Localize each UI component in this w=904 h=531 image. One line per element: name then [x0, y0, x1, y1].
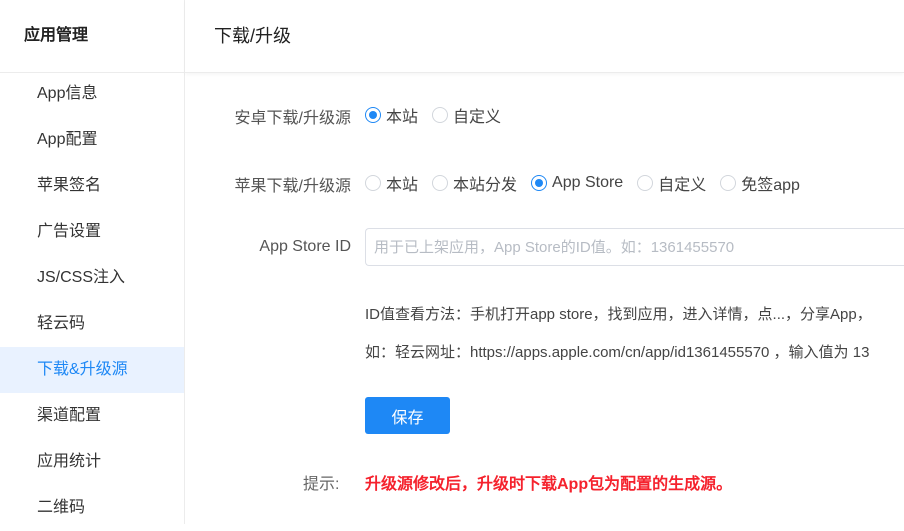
save-button[interactable]: 保存	[365, 397, 450, 434]
radio-checked-icon	[531, 175, 548, 191]
help-text-line-2: 如：轻云网址：https://apps.apple.com/cn/app/id1…	[365, 344, 870, 361]
sidebar-item-download-upgrade[interactable]: 下载&升级源	[0, 347, 184, 393]
app-store-id-input[interactable]	[365, 228, 904, 266]
app-store-id-label: App Store ID	[259, 238, 351, 255]
android-radio-local-label: 本站	[386, 109, 419, 126]
page-title: 下载/升级	[185, 0, 904, 73]
apple-source-radio-group: 本站 本站分发 App Store 自定义 免签app	[365, 171, 814, 195]
android-source-radio-group: 本站 自定义	[365, 103, 515, 127]
tip-text: 升级源修改后，升级时下载App包为配置的生成源。	[365, 476, 733, 493]
radio-checked-icon	[365, 107, 381, 123]
android-source-label: 安卓下载/升级源	[234, 110, 351, 127]
sidebar-item-qrcode[interactable]: 二维码	[0, 485, 184, 531]
sidebar-item-channel-config[interactable]: 渠道配置	[0, 393, 184, 439]
sidebar-item-qingyun-code[interactable]: 轻云码	[0, 301, 184, 347]
apple-radio-custom[interactable]: 自定义	[637, 171, 706, 195]
radio-unchecked-icon	[720, 175, 737, 191]
android-radio-custom[interactable]: 自定义	[432, 103, 501, 127]
radio-unchecked-icon	[432, 175, 449, 191]
apple-radio-app-store[interactable]: App Store	[531, 174, 623, 192]
apple-radio-local-label: 本站	[386, 177, 419, 194]
main-content: 下载/升级 安卓下载/升级源 本站 自定义 苹果下载/升级源 本站 本站分发 A…	[185, 0, 904, 524]
apple-radio-sign-free-app-label: 免签app	[741, 177, 800, 194]
radio-unchecked-icon	[637, 175, 654, 191]
sidebar-item-js-css-inject[interactable]: JS/CSS注入	[0, 255, 184, 301]
android-radio-custom-label: 自定义	[453, 109, 502, 126]
sidebar: 应用管理 App信息 App配置 苹果签名 广告设置 JS/CSS注入 轻云码 …	[0, 0, 185, 524]
radio-unchecked-icon	[432, 107, 449, 123]
sidebar-item-apple-sign[interactable]: 苹果签名	[0, 163, 184, 209]
apple-radio-custom-label: 自定义	[658, 177, 707, 194]
sidebar-item-app-stats[interactable]: 应用统计	[0, 439, 184, 485]
sidebar-item-ad-settings[interactable]: 广告设置	[0, 209, 184, 255]
apple-radio-local-distribution-label: 本站分发	[453, 177, 518, 194]
apple-radio-app-store-label: App Store	[552, 174, 624, 191]
radio-unchecked-icon	[365, 175, 381, 191]
android-radio-local[interactable]: 本站	[365, 103, 418, 127]
apple-radio-local[interactable]: 本站	[365, 171, 418, 195]
sidebar-item-app-info[interactable]: App信息	[0, 71, 184, 117]
apple-source-label: 苹果下载/升级源	[234, 178, 351, 195]
apple-radio-sign-free-app[interactable]: 免签app	[720, 171, 800, 195]
sidebar-title: 应用管理	[0, 0, 184, 73]
tip-label: 提示:	[303, 476, 340, 493]
apple-radio-local-distribution[interactable]: 本站分发	[432, 171, 517, 195]
sidebar-item-app-config[interactable]: App配置	[0, 117, 184, 163]
help-text-line-1: ID值查看方法：手机打开app store，找到应用，进入详情，点...，分享A…	[365, 306, 872, 323]
